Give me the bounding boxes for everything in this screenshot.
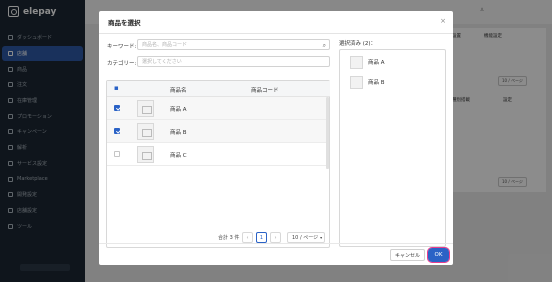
cancel-button[interactable]: キャンセル <box>390 249 425 261</box>
product-name: 商品 B <box>170 130 187 136</box>
table-row[interactable]: 商品 A <box>107 97 326 120</box>
product-image <box>350 75 363 89</box>
category-select[interactable]: 選択してください <box>137 56 330 67</box>
divider <box>99 33 453 34</box>
category-label: カテゴリー: <box>107 61 137 67</box>
table-row[interactable]: 商品 C <box>107 143 326 166</box>
keyword-input[interactable]: 商品名、商品コード ⌕ <box>137 39 330 50</box>
keyword-label: キーワード: <box>107 44 137 50</box>
page-size-select[interactable]: 10 / ページ ▾ <box>287 232 325 243</box>
product-select-modal: 商品を選択 × キーワード: 商品名、商品コード ⌕ カテゴリー: 選択してくだ… <box>99 11 453 265</box>
product-name: 商品 C <box>170 153 187 159</box>
selected-list: 商品 A 商品 B <box>339 49 446 247</box>
divider <box>99 243 453 244</box>
row-checkbox[interactable] <box>114 128 120 134</box>
chevron-down-icon: ▾ <box>320 235 323 240</box>
table-row[interactable]: 商品 B <box>107 120 326 143</box>
product-image <box>137 100 154 117</box>
pagination-page-button[interactable]: 1 <box>256 232 267 243</box>
ok-button[interactable]: OK <box>426 246 451 264</box>
product-image <box>137 123 154 140</box>
product-image <box>350 55 363 69</box>
modal-title: 商品を選択 <box>108 19 141 27</box>
row-checkbox[interactable] <box>114 105 120 111</box>
product-name: 商品 A <box>170 107 187 113</box>
table-header: ▪ 商品名 商品コード <box>107 81 330 97</box>
product-table: ▪ 商品名 商品コード 商品 A 商品 B 商品 C <box>106 80 330 248</box>
column-header-code: 商品コード <box>251 88 279 94</box>
pagination-prev-button[interactable]: ‹ <box>242 232 253 243</box>
pagination-total: 合計 3 件 <box>218 235 240 241</box>
search-icon[interactable]: ⌕ <box>323 42 326 50</box>
list-item[interactable]: 商品 B <box>350 75 385 89</box>
row-checkbox[interactable] <box>114 151 120 157</box>
pagination-next-button[interactable]: › <box>270 232 281 243</box>
select-all-checkbox[interactable]: ▪ <box>114 84 119 92</box>
selected-title: 選択済み (2)： <box>339 41 377 47</box>
close-icon[interactable]: × <box>440 17 446 25</box>
list-item[interactable]: 商品 A <box>350 55 385 69</box>
product-image <box>137 146 154 163</box>
column-header-name: 商品名 <box>170 88 187 94</box>
table-scrollbar[interactable] <box>326 97 329 169</box>
